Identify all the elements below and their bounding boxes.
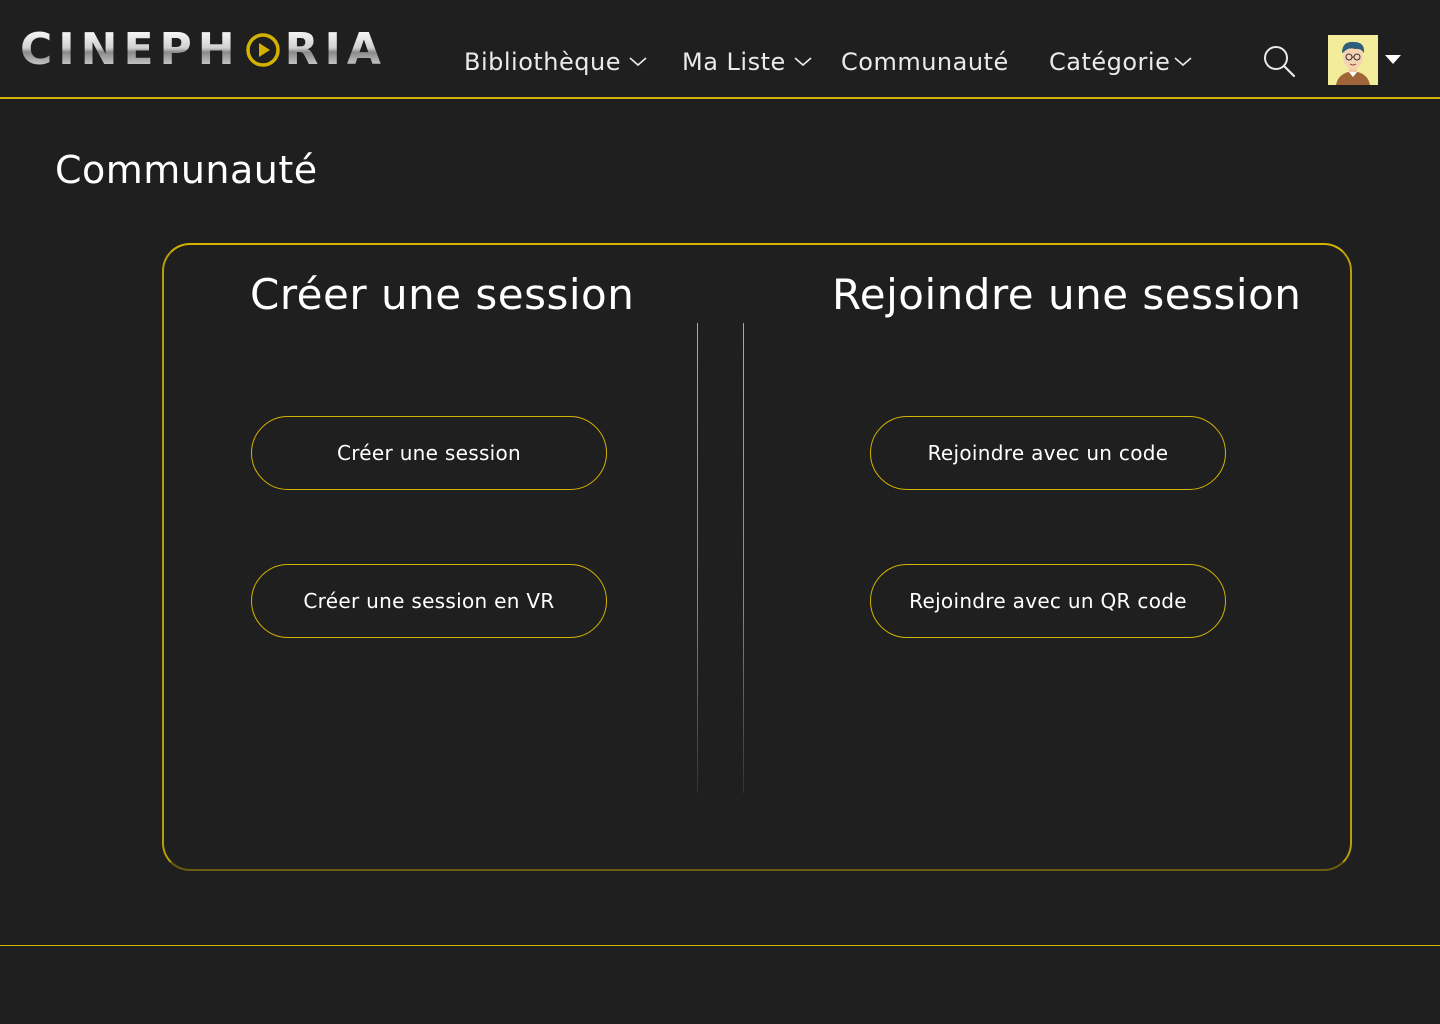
nav-item-label: Communauté (841, 48, 1009, 76)
user-avatar[interactable] (1328, 35, 1378, 85)
nav-item-categorie[interactable]: Catégorie (1049, 40, 1192, 84)
session-card (162, 243, 1352, 871)
create-vr-session-button[interactable]: Créer une session en VR (251, 564, 607, 638)
nav-item-ma-liste[interactable]: Ma Liste (682, 40, 812, 84)
cinephoria-logo[interactable]: CINEPH RIA (20, 28, 387, 72)
play-icon (245, 33, 280, 67)
join-with-code-button[interactable]: Rejoindre avec un code (870, 416, 1226, 490)
join-with-qr-code-button[interactable]: Rejoindre avec un QR code (870, 564, 1226, 638)
nav-item-label: Catégorie (1049, 48, 1171, 76)
chevron-down-icon (629, 57, 647, 67)
column-divider-right (743, 323, 744, 793)
avatar-illustration (1328, 35, 1378, 85)
page-title: Communauté (55, 148, 318, 192)
logo-text-right: RIA (284, 24, 387, 75)
logo-text-left: CINEPH (20, 24, 241, 75)
chevron-down-icon (1174, 57, 1192, 67)
create-session-heading: Créer une session (250, 270, 635, 319)
column-divider-left (697, 323, 698, 793)
nav-item-bibliotheque[interactable]: Bibliothèque (464, 40, 647, 84)
search-icon[interactable] (1262, 44, 1296, 78)
nav-item-label: Ma Liste (682, 48, 786, 76)
footer-divider (0, 945, 1440, 946)
create-session-button[interactable]: Créer une session (251, 416, 607, 490)
caret-down-icon[interactable] (1384, 54, 1402, 66)
join-session-heading: Rejoindre une session (832, 270, 1302, 319)
chevron-down-icon (794, 57, 812, 67)
nav-item-communaute[interactable]: Communauté (841, 40, 1009, 84)
top-navigation-bar: CINEPH RIA Bibliothèque Ma Liste Communa… (0, 0, 1440, 99)
nav-item-label: Bibliothèque (464, 48, 621, 76)
